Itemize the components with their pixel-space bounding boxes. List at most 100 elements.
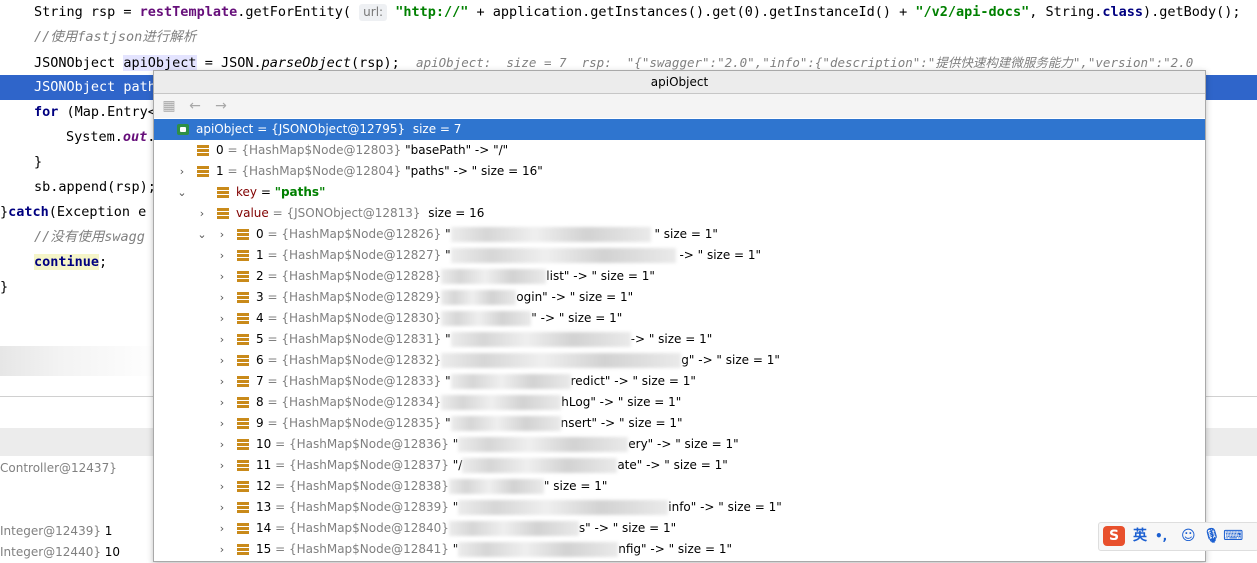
code-text: System. xyxy=(66,129,123,145)
popup-toolbar: ▦ ← → xyxy=(154,94,1205,118)
node-size: size = 16 xyxy=(420,206,485,220)
chevron-right-icon[interactable]: › xyxy=(216,224,228,245)
chevron-right-icon[interactable]: › xyxy=(216,287,228,308)
tree-node-path-entry[interactable]: › 14 = {HashMap$Node@12840} s" -> " size =… xyxy=(154,518,1205,539)
node-index: 9 xyxy=(256,416,264,430)
node-value-tail: ery" -> " size = 1" xyxy=(628,437,739,451)
ime-toolbar[interactable]: S 英 •, ☺ 🎙 ⌨ xyxy=(1098,522,1257,551)
field-icon xyxy=(237,502,249,513)
node-name: value xyxy=(236,206,269,220)
popup-menu-icon[interactable]: ▦ xyxy=(160,97,178,115)
chevron-right-icon[interactable]: › xyxy=(216,476,228,497)
code-text: } xyxy=(0,204,9,220)
field-icon xyxy=(237,397,249,408)
tree-node-path-entry[interactable]: › 5 = {HashMap$Node@12831} " -> " size = 1… xyxy=(154,329,1205,350)
emoji-icon[interactable]: ☺ xyxy=(1181,526,1196,546)
tree-node-path-entry[interactable]: › 13 = {HashMap$Node@12839} " info" -> " s… xyxy=(154,497,1205,518)
tree-node-path-entry[interactable]: › 1 = {HashMap$Node@12827} " -> " size = … xyxy=(154,245,1205,266)
tree-node-path-entry[interactable]: › 9 = {HashMap$Node@12835} " nsert" -> " s… xyxy=(154,413,1205,434)
tree-node-path-entry[interactable]: › 6 = {HashMap$Node@12832} g" -> " size = … xyxy=(154,350,1205,371)
ime-language-toggle[interactable]: 英 xyxy=(1133,526,1147,546)
ime-punctuation-toggle[interactable]: •, xyxy=(1155,526,1167,546)
tree-root-apiObject[interactable]: ⌄ apiObject = {JSONObject@12795} size = … xyxy=(154,119,1205,157)
node-type: = {HashMap$Node@12837} xyxy=(271,458,449,472)
node-value-tail: list" -> " size = 1" xyxy=(546,269,655,283)
chevron-right-icon[interactable]: › xyxy=(216,413,228,434)
redacted-area xyxy=(462,458,618,473)
field-icon xyxy=(197,145,209,156)
node-index: 10 xyxy=(256,437,272,451)
code-text: ; xyxy=(99,254,108,270)
tree-node-value[interactable]: ⌄ value = {JSONObject@12813} size = 16 xyxy=(154,203,1205,241)
tree-node-path-entry[interactable]: › 11 = {HashMap$Node@12837} "/ ate" -> " s… xyxy=(154,455,1205,476)
tree-node-key[interactable]: › key = "paths" xyxy=(154,182,1205,220)
field-icon xyxy=(237,250,249,261)
code-line-1[interactable]: String rsp = restTemplate.getForEntity( … xyxy=(0,0,1257,25)
keyword: catch xyxy=(8,204,49,220)
code-line-2[interactable]: //使用fastjson进行解析 xyxy=(0,25,1257,50)
code-text: + application.getInstances().get(0).getI… xyxy=(468,4,916,20)
chevron-right-icon[interactable]: › xyxy=(216,518,228,539)
chevron-right-icon[interactable]: › xyxy=(216,245,228,266)
tree-node-path-entry[interactable]: › 0 = {HashMap$Node@12826} " " size = 1" xyxy=(154,224,1205,245)
keyword: for xyxy=(34,104,59,120)
arrow-left-icon[interactable]: ← xyxy=(186,97,204,115)
node-type: = {HashMap$Node@12826} xyxy=(263,227,442,241)
chevron-right-icon[interactable]: › xyxy=(216,497,228,518)
node-index: 7 xyxy=(256,374,264,388)
tree-node-entry-0[interactable]: › 0 = {HashMap$Node@12803} "basePath" ->… xyxy=(154,140,1205,178)
code-text: ).getBody(); xyxy=(1143,4,1241,20)
node-value-lead: " xyxy=(441,248,451,262)
node-value-lead: " xyxy=(448,500,459,514)
keyboard-icon[interactable]: ⌨ xyxy=(1223,526,1243,546)
chevron-right-icon[interactable]: › xyxy=(216,434,228,455)
tree-node-path-entry[interactable]: › 7 = {HashMap$Node@12833} " redict" -> " … xyxy=(154,371,1205,392)
evaluate-popup[interactable]: apiObject ▦ ← → ⌄ apiObject = {JSONObjec… xyxy=(153,70,1206,562)
code-text: JSONObject xyxy=(34,55,124,71)
tree-node-path-entry[interactable]: › 8 = {HashMap$Node@12834} hLog" -> " size… xyxy=(154,392,1205,413)
redacted-area xyxy=(441,395,562,410)
node-value-tail: hLog" -> " size = 1" xyxy=(561,395,682,409)
field-icon xyxy=(237,481,249,492)
code-text: .getForEntity( xyxy=(237,4,352,20)
node-value-tail: -> " size = 1" xyxy=(675,248,762,262)
selected-identifier[interactable]: apiObject xyxy=(123,55,197,71)
chevron-right-icon[interactable]: › xyxy=(216,371,228,392)
node-index: 0 xyxy=(256,227,264,241)
tree-node-entry-1[interactable]: ⌄ 1 = {HashMap$Node@12804} "paths" -> " … xyxy=(154,161,1205,199)
node-value-lead: " xyxy=(441,227,451,241)
popup-title[interactable]: apiObject xyxy=(154,71,1205,94)
code-field: restTemplate xyxy=(139,4,238,20)
chevron-right-icon[interactable]: › xyxy=(216,392,228,413)
node-value-lead: " xyxy=(441,416,451,430)
tree-node-path-entry[interactable]: › 3 = {HashMap$Node@12829} ogin" -> " size… xyxy=(154,287,1205,308)
chevron-right-icon[interactable]: › xyxy=(216,455,228,476)
tree-node-path-entry[interactable]: › 4 = {HashMap$Node@12830} " -> " size = 1… xyxy=(154,308,1205,329)
code-text: String rsp = xyxy=(34,4,140,20)
tree-node-path-entry[interactable]: › 15 = {HashMap$Node@12841} " nfig" -> " s… xyxy=(154,539,1205,560)
node-value-tail: " size = 1" xyxy=(650,227,718,241)
inline-debug-value: apiObject: size = 7 rsp: "{"swagger":"2.… xyxy=(416,55,1194,70)
node-value: "basePath" -> "/" xyxy=(401,143,509,157)
node-value-tail: info" -> " size = 1" xyxy=(668,500,782,514)
arrow-right-icon[interactable]: → xyxy=(212,97,230,115)
chevron-right-icon[interactable]: › xyxy=(216,266,228,287)
redacted-area xyxy=(441,353,682,368)
tree-node-path-entry[interactable]: › 2 = {HashMap$Node@12828} list" -> " size… xyxy=(154,266,1205,287)
node-value-lead: "/ xyxy=(448,458,463,472)
variable-row[interactable]: Controller@12437} xyxy=(0,457,117,479)
node-index: 12 xyxy=(256,479,272,493)
chevron-right-icon[interactable]: › xyxy=(216,350,228,371)
redacted-area xyxy=(450,416,561,431)
redacted-area xyxy=(450,227,651,242)
variable-type: Integer@12440} xyxy=(0,545,101,559)
chevron-right-icon[interactable]: › xyxy=(216,329,228,350)
tree-node-path-entry[interactable]: › 10 = {HashMap$Node@12836} " ery" -> " si… xyxy=(154,434,1205,455)
microphone-icon[interactable]: 🎙 xyxy=(1203,526,1221,546)
chevron-right-icon[interactable]: › xyxy=(216,539,228,560)
chevron-right-icon[interactable]: › xyxy=(216,308,228,329)
sogou-logo-icon[interactable]: S xyxy=(1103,526,1125,546)
node-index: 2 xyxy=(256,269,264,283)
tree-node-path-entry[interactable]: › 12 = {HashMap$Node@12838} " size = 1" xyxy=(154,476,1205,497)
variable-row[interactable]: Integer@12439} 1 xyxy=(0,520,112,542)
